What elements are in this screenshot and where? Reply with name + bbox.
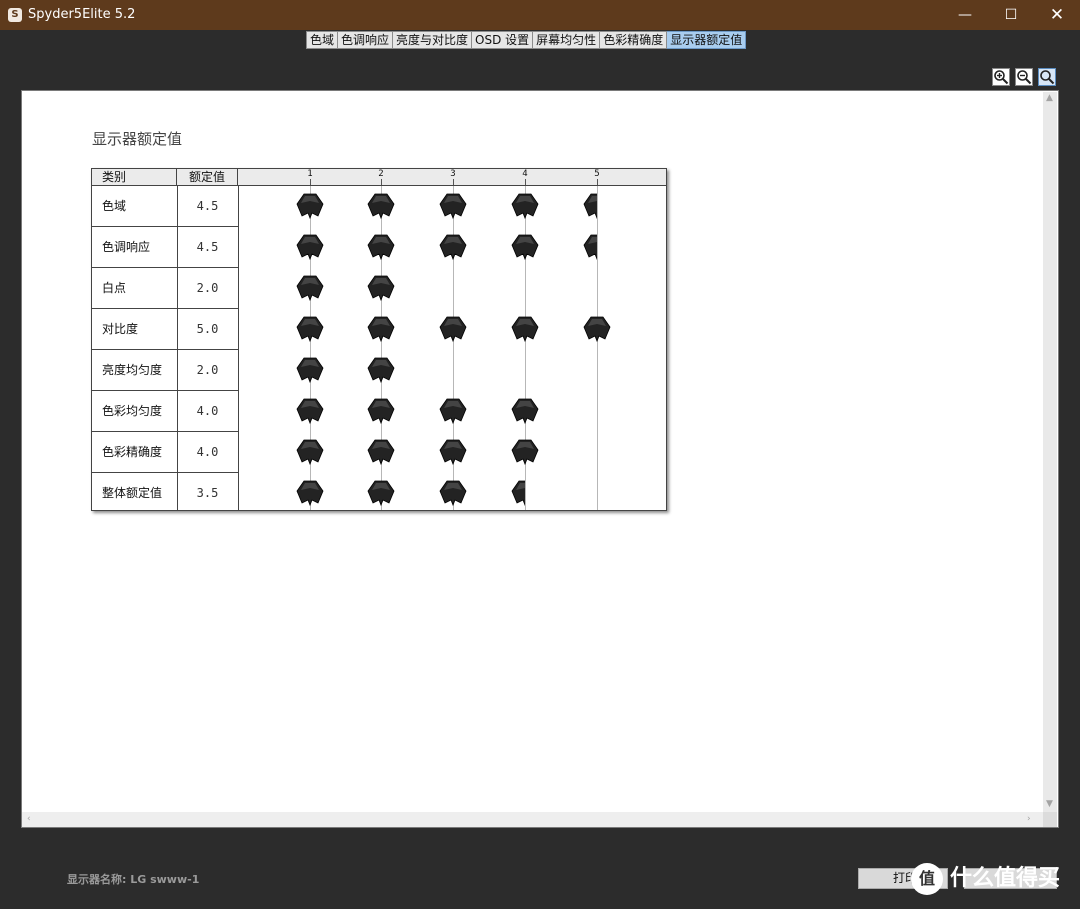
tick-stem (453, 179, 454, 185)
scale-tick-3: 3 (450, 169, 456, 179)
scale-guide-line (597, 186, 598, 510)
category-label: 色调响应 (102, 240, 151, 254)
tick-stem (310, 179, 311, 185)
horizontal-scrollbar[interactable]: ‹ › (22, 812, 1043, 827)
scale-tick-5: 5 (594, 169, 600, 179)
rating-marker (511, 479, 525, 507)
scale-guide-line (381, 186, 382, 510)
table-row: 对比度 5.0 (92, 309, 238, 350)
tab-monitor-rating[interactable]: 显示器额定值 (667, 31, 747, 49)
tab-osd-settings[interactable]: OSD 设置 (472, 31, 534, 49)
rating-header: 额定值 (177, 169, 238, 186)
tick-stem (381, 179, 382, 185)
monitor-name-label: 显示器名称: LG swww-1 (67, 873, 200, 886)
scale-guide-line (525, 186, 526, 510)
report-tabs: 色域 色调响应 亮度与对比度 OSD 设置 屏幕均匀性 色彩精确度 显示器额定值 (306, 31, 747, 49)
scroll-left-icon[interactable]: ‹ (27, 813, 31, 825)
minimize-icon[interactable]: — (942, 0, 988, 30)
tab-bar: 色域 色调响应 亮度与对比度 OSD 设置 屏幕均匀性 色彩精确度 显示器额定值 (0, 30, 1080, 50)
table-row: 亮度均匀度 2.0 (92, 350, 238, 391)
title-bar: S Spyder5Elite 5.2 — ☐ ✕ (0, 0, 1080, 30)
app-logo-icon: S (8, 8, 22, 22)
zoom-in-icon[interactable] (992, 68, 1010, 86)
column-divider (238, 186, 239, 510)
category-label: 亮度均匀度 (102, 363, 163, 377)
vertical-scrollbar[interactable]: ▲ ▼ (1043, 92, 1057, 812)
rating-marker (583, 192, 597, 220)
tab-gamut[interactable]: 色域 (306, 31, 339, 49)
maximize-icon[interactable]: ☐ (988, 0, 1034, 30)
scroll-up-icon[interactable]: ▲ (1046, 92, 1053, 104)
category-label: 白点 (102, 281, 127, 295)
rating-marker (583, 233, 597, 261)
report-title: 显示器额定值 (92, 130, 183, 148)
rating-value: 5.0 (196, 322, 219, 336)
table-row: 白点 2.0 (92, 268, 238, 309)
window-title: Spyder5Elite 5.2 (28, 7, 136, 22)
scale-tick-2: 2 (378, 169, 384, 179)
rating-value: 4.5 (196, 240, 219, 254)
scrollbar-corner (1043, 812, 1057, 827)
rating-value: 2.0 (196, 281, 219, 295)
tab-tone-response[interactable]: 色调响应 (338, 31, 394, 49)
category-label: 对比度 (102, 322, 139, 336)
zoom-fit-icon[interactable] (1038, 68, 1056, 86)
tick-stem (597, 179, 598, 185)
report-viewer: 显示器额定值 类别 额定值 1 2 3 4 5 色域 4.5 色调响应 4.5 … (21, 90, 1059, 828)
table-row: 色彩精确度 4.0 (92, 432, 238, 473)
rating-value: 4.0 (196, 445, 219, 459)
scroll-right-icon[interactable]: › (1027, 813, 1031, 825)
rating-table: 类别 额定值 1 2 3 4 5 色域 4.5 色调响应 4.5 白点 2.0 … (91, 168, 667, 511)
rating-value: 4.0 (196, 404, 219, 418)
table-row: 整体额定值 3.5 (92, 473, 238, 514)
rating-value: 2.0 (196, 363, 219, 377)
scale-guide-line (310, 186, 311, 510)
scroll-down-icon[interactable]: ▼ (1046, 798, 1053, 810)
close-icon[interactable]: ✕ (1034, 0, 1080, 30)
watermark-logo: 值 (911, 863, 943, 895)
tab-brightness-contrast[interactable]: 亮度与对比度 (393, 31, 473, 49)
rating-value: 3.5 (196, 486, 219, 500)
tab-screen-uniformity[interactable]: 屏幕均匀性 (533, 31, 601, 49)
scale-guide-line (453, 186, 454, 510)
tab-color-accuracy[interactable]: 色彩精确度 (600, 31, 668, 49)
table-row: 色域 4.5 (92, 186, 238, 227)
category-label: 色域 (102, 199, 127, 213)
table-row: 色彩均匀度 4.0 (92, 391, 238, 432)
zoom-out-icon[interactable] (1015, 68, 1033, 86)
tick-stem (525, 179, 526, 185)
scale-tick-4: 4 (522, 169, 528, 179)
category-header: 类别 (92, 169, 177, 186)
category-label: 整体额定值 (102, 486, 163, 500)
scale-tick-1: 1 (307, 169, 313, 179)
rating-value: 4.5 (196, 199, 219, 213)
scale-header: 1 2 3 4 5 (238, 169, 666, 186)
category-label: 色彩精确度 (102, 445, 163, 459)
category-label: 色彩均匀度 (102, 404, 163, 418)
table-row: 色调响应 4.5 (92, 227, 238, 268)
watermark-text: 什么值得买 (950, 866, 1061, 891)
